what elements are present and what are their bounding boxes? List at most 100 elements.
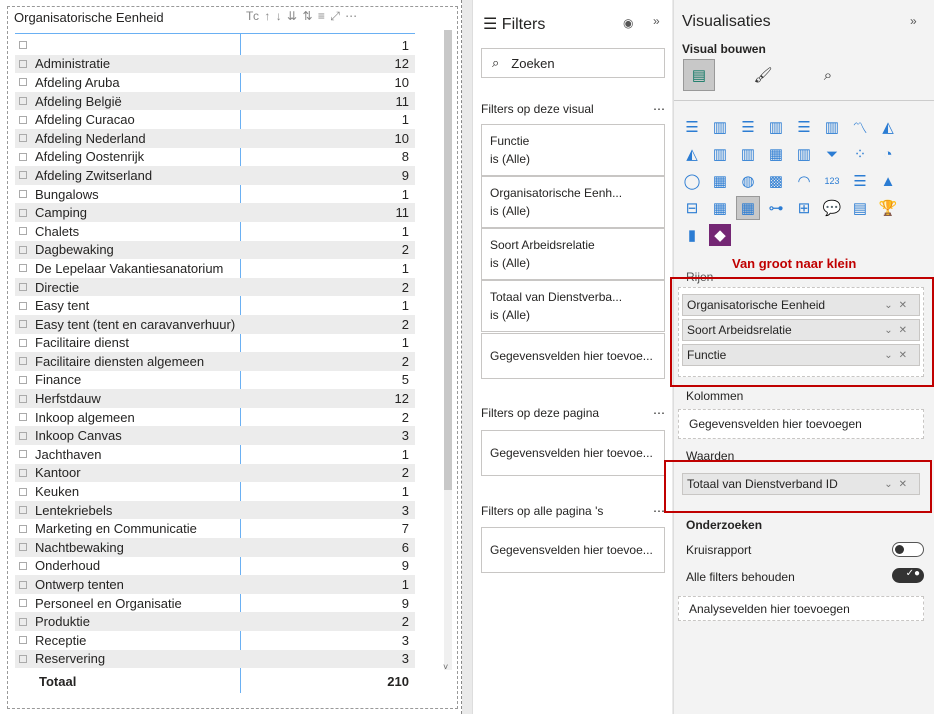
line-visual-icon[interactable]: 〽 <box>849 116 871 138</box>
expand-icon[interactable] <box>19 78 27 87</box>
matrix-visual-icon[interactable]: ▦ <box>736 196 760 220</box>
table-row[interactable]: 1 <box>15 36 415 55</box>
table-row[interactable]: Afdeling België 11 <box>15 91 415 111</box>
expand-icon[interactable] <box>19 115 27 124</box>
expand-icon[interactable] <box>19 580 27 589</box>
filter-card[interactable]: Totaal van Dienstverba... is (Alle) <box>481 280 665 332</box>
eye-icon[interactable]: ◉ <box>623 16 633 30</box>
table-row[interactable]: Personeel en Organisatie 9 <box>15 594 415 613</box>
power-apps-visual-icon[interactable]: ◆ <box>709 224 731 246</box>
expand-icon[interactable] <box>19 245 27 254</box>
table-row[interactable]: Administratie 12 <box>15 54 415 74</box>
table-row[interactable]: Afdeling Curacao 1 <box>15 110 415 129</box>
add-page-filter-field[interactable]: Gegevensvelden hier toevoe... <box>481 430 665 476</box>
expand-icon[interactable] <box>19 301 27 310</box>
expand-icon[interactable] <box>19 59 27 68</box>
expand-icon[interactable] <box>19 543 27 552</box>
table-row[interactable]: Inkoop algemeen 2 <box>15 408 415 427</box>
table-row[interactable]: Nachtbewaking 6 <box>15 538 415 557</box>
sort-down-icon[interactable]: ↓ <box>276 9 283 23</box>
expand-icon[interactable] <box>19 134 27 143</box>
expand-icon[interactable] <box>19 208 27 217</box>
column-header-org-unit[interactable]: Organisatorische Eenheid <box>14 10 164 25</box>
more-icon[interactable]: ⋯ <box>653 102 665 116</box>
expand-icon[interactable] <box>19 636 27 645</box>
expand-icon[interactable] <box>19 506 27 515</box>
expand-icon[interactable] <box>19 413 27 422</box>
table-row[interactable]: Keuken 1 <box>15 482 415 501</box>
keep-filters-toggle[interactable]: ✓● <box>892 568 924 583</box>
format-tab-icon[interactable]: 🖌 <box>752 64 774 86</box>
expand-icon[interactable] <box>19 431 27 440</box>
table-row[interactable]: Easy tent 1 <box>15 296 415 315</box>
table-row[interactable]: Onderhoud 9 <box>15 557 415 576</box>
table-row[interactable]: Lentekriebels 3 <box>15 500 415 520</box>
expand-icon[interactable] <box>19 561 27 570</box>
clustered-column-visual-icon[interactable]: ▥ <box>765 116 787 138</box>
gauge-visual-icon[interactable]: ◠ <box>793 170 815 192</box>
table-row[interactable]: Inkoop Canvas 3 <box>15 426 415 446</box>
treemap-visual-icon[interactable]: ▦ <box>709 170 731 192</box>
expand-icon[interactable] <box>19 97 27 106</box>
expand-icon[interactable] <box>19 171 27 180</box>
filter-card[interactable]: Organisatorische Eenh... is (Alle) <box>481 176 665 228</box>
table-row[interactable]: Ontwerp tenten 1 <box>15 575 415 594</box>
donut-visual-icon[interactable]: ◯ <box>681 170 703 192</box>
table-row[interactable]: Marketing en Communicatie 7 <box>15 519 415 538</box>
expand-icon[interactable] <box>19 190 27 199</box>
paginated-visual-icon[interactable]: ▮ <box>681 224 703 246</box>
collapse-icon[interactable]: » <box>653 14 660 28</box>
table-row[interactable]: Reservering 3 <box>15 649 415 669</box>
line-column-visual-icon[interactable]: ▥ <box>709 143 731 165</box>
filter-card[interactable]: Soort Arbeidsrelatie is (Alle) <box>481 228 665 280</box>
slicer-visual-icon[interactable]: ⊟ <box>681 197 703 219</box>
expand-all-icon[interactable]: ⇊ <box>287 9 298 23</box>
table-row[interactable]: Finance 5 <box>15 371 415 390</box>
table-row[interactable]: Camping 11 <box>15 203 415 222</box>
fields-tab-icon[interactable]: ▤ <box>683 59 715 91</box>
goals-visual-icon[interactable]: 🏆 <box>877 197 899 219</box>
clustered-bar-visual-icon[interactable]: ☰ <box>737 116 759 138</box>
100-bar-visual-icon[interactable]: ☰ <box>793 116 815 138</box>
table-visual-icon[interactable]: ▦ <box>709 197 731 219</box>
table-row[interactable]: Afdeling Oostenrijk 8 <box>15 148 415 167</box>
filter-icon[interactable]: ≡ <box>318 9 326 23</box>
table-row[interactable]: Jachthaven 1 <box>15 445 415 464</box>
expand-icon[interactable] <box>19 375 27 384</box>
expand-icon[interactable] <box>19 599 27 608</box>
expand-icon[interactable] <box>19 152 27 161</box>
table-row[interactable]: De Lepelaar Vakantiesanatorium 1 <box>15 259 415 278</box>
stacked-area-visual-icon[interactable]: ◭ <box>681 143 703 165</box>
expand-icon[interactable] <box>19 487 27 496</box>
expand-icon[interactable] <box>19 264 27 273</box>
expand-icon[interactable] <box>19 338 27 347</box>
expand-icon[interactable] <box>19 654 27 663</box>
table-row[interactable]: Dagbewaking 2 <box>15 240 415 260</box>
expand-icon[interactable] <box>19 394 27 403</box>
expand-icon[interactable] <box>19 450 27 459</box>
expand-icon[interactable] <box>19 41 27 50</box>
waterfall-visual-icon[interactable]: ▥ <box>793 143 815 165</box>
area-visual-icon[interactable]: ◭ <box>877 116 899 138</box>
ribbon-visual-icon[interactable]: ▦ <box>765 143 787 165</box>
pie-visual-icon[interactable]: ◔ <box>877 143 899 165</box>
table-row[interactable]: Afdeling Aruba 10 <box>15 73 415 92</box>
visual-header-toolbar[interactable]: Tc ↑ ↓ ⇊ ⇅ ≡ ⤢ ⋯ <box>246 9 358 24</box>
add-all-pages-filter-field[interactable]: Gegevensvelden hier toevoe... <box>481 527 665 573</box>
table-row[interactable]: Directie 2 <box>15 277 415 297</box>
table-row[interactable]: Facilitaire diensten algemeen 2 <box>15 352 415 371</box>
cross-report-toggle[interactable] <box>892 542 924 557</box>
analytics-tab-icon[interactable]: ⌕ <box>817 64 839 86</box>
decomposition-tree-visual-icon[interactable]: ⊞ <box>793 197 815 219</box>
filter-search-input[interactable]: ⌕ Zoeken <box>481 48 665 78</box>
table-row[interactable]: Chalets 1 <box>15 222 415 241</box>
table-row[interactable]: Produktie 2 <box>15 612 415 631</box>
map-visual-icon[interactable]: ◍ <box>737 170 759 192</box>
key-influencers-visual-icon[interactable]: ⊶ <box>765 197 787 219</box>
stacked-column-visual-icon[interactable]: ▥ <box>709 116 731 138</box>
expand-icon[interactable] <box>19 357 27 366</box>
sort-up-icon[interactable]: ↑ <box>264 9 271 23</box>
expand-icon[interactable] <box>19 283 27 292</box>
card-visual-icon[interactable]: 123 <box>821 170 843 192</box>
table-row[interactable]: Bungalows 1 <box>15 185 415 204</box>
